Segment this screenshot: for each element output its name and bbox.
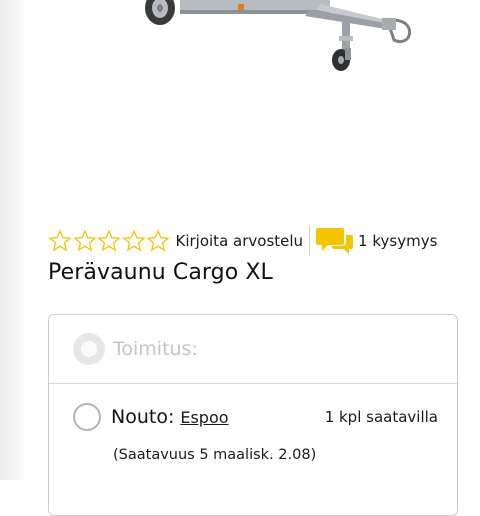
pickup-label: Nouto: xyxy=(111,406,175,428)
stock-status: 1 kpl saatavilla xyxy=(324,408,438,426)
star-rating[interactable] xyxy=(48,229,171,253)
page-title: Perävaunu Cargo XL xyxy=(48,260,273,285)
availability-note: (Saatavuus 5 maalisk. 2.08) xyxy=(113,447,317,463)
left-edge-shadow xyxy=(0,0,26,480)
delivery-option-shipping: Toimitus: xyxy=(49,315,457,384)
star-icon xyxy=(121,229,146,252)
shipping-radio-disabled xyxy=(73,333,105,365)
rating-row: Kirjoita arvostelu 1 kysymys xyxy=(48,226,448,256)
questions-link[interactable]: 1 kysymys xyxy=(316,225,437,257)
divider xyxy=(309,226,311,256)
product-image xyxy=(145,0,412,71)
star-icon xyxy=(72,229,97,252)
questions-count: 1 kysymys xyxy=(358,232,438,250)
star-icon xyxy=(48,229,72,252)
write-review-link[interactable]: Kirjoita arvostelu xyxy=(176,232,304,250)
delivery-section-label: Toimitus: xyxy=(113,338,198,360)
delivery-option-pickup: Nouto: Espoo 1 kpl saatavilla xyxy=(73,403,438,431)
pickup-store-link[interactable]: Espoo xyxy=(180,408,228,427)
chat-bubbles-icon xyxy=(316,228,354,254)
star-icon xyxy=(146,229,170,252)
star-icon xyxy=(97,229,121,252)
delivery-options-card: Toimitus: Nouto: Espoo 1 kpl saatavilla … xyxy=(48,314,458,516)
pickup-radio[interactable] xyxy=(73,403,101,431)
